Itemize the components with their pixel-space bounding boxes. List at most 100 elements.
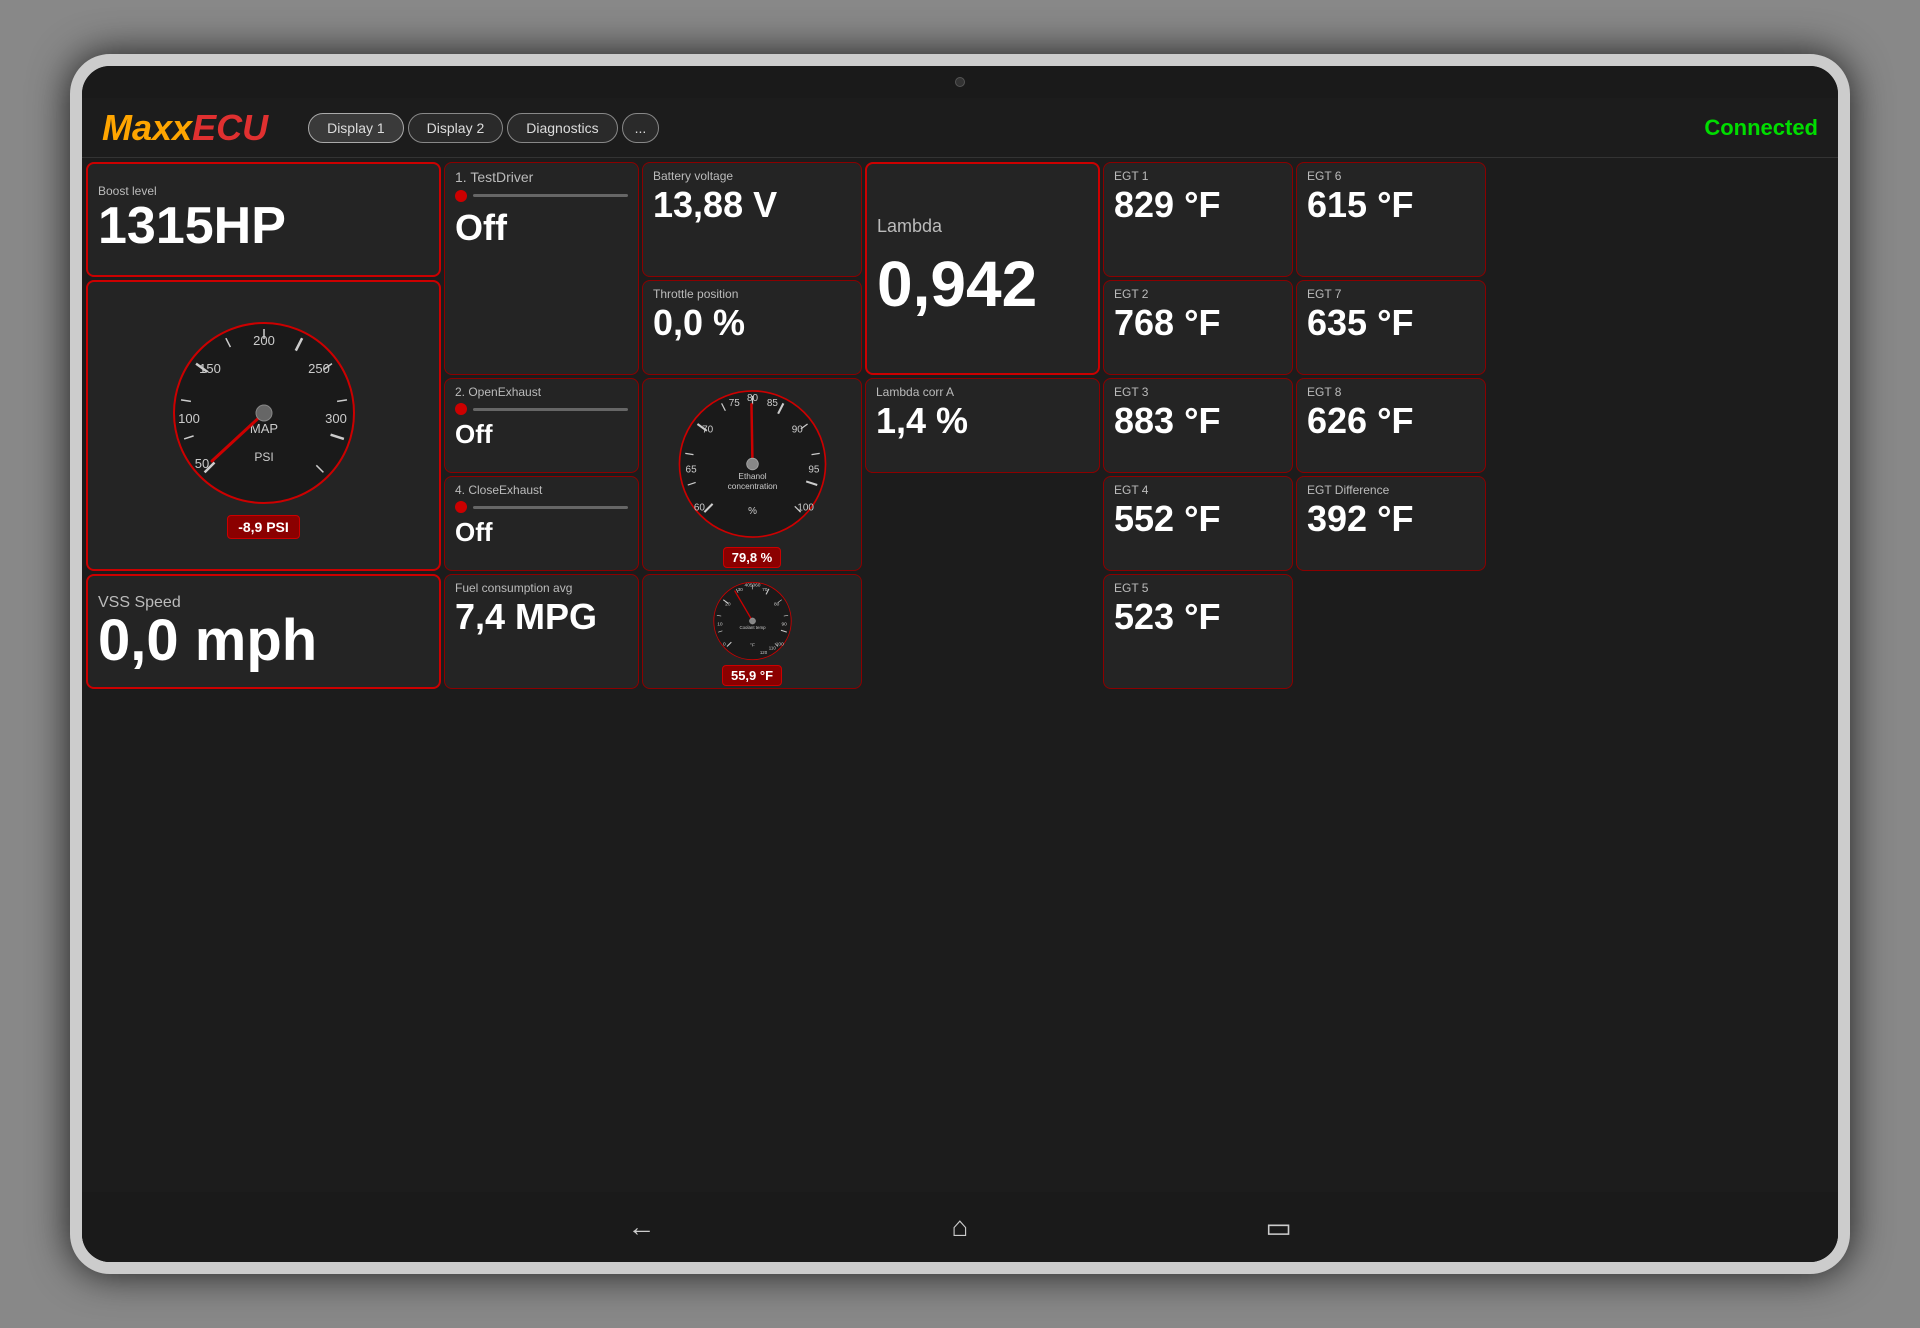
svg-text:90: 90 xyxy=(781,621,787,627)
lambda-corra-label: Lambda corr A xyxy=(876,385,1089,399)
app-logo: MaxxECU xyxy=(102,107,268,149)
battery-value: 13,88 V xyxy=(653,183,851,226)
lambda-label: Lambda xyxy=(877,216,1088,238)
svg-text:Coolant temp: Coolant temp xyxy=(739,625,766,630)
svg-text:120: 120 xyxy=(759,650,767,655)
egt4-label: EGT 4 xyxy=(1114,483,1282,497)
svg-text:200: 200 xyxy=(253,333,275,348)
psi-value-badge: -8,9 PSI xyxy=(227,515,300,539)
egt8-card: EGT 8 626 °F xyxy=(1296,378,1486,473)
fuelavg-card: Fuel consumption avg 7,4 MPG xyxy=(444,574,639,689)
egt3-value: 883 °F xyxy=(1114,399,1282,442)
svg-text:concentration: concentration xyxy=(727,481,777,491)
svg-text:65: 65 xyxy=(685,464,697,475)
svg-text:60: 60 xyxy=(693,502,705,513)
boost-card: Boost level 1315HP xyxy=(86,162,441,277)
egt4-value: 552 °F xyxy=(1114,497,1282,540)
egt5-card: EGT 5 523 °F xyxy=(1103,574,1293,689)
throttle-value: 0,0 % xyxy=(653,301,851,344)
svg-text:%: % xyxy=(748,506,757,517)
bottom-nav: ← ⌂ ▭ xyxy=(82,1192,1838,1262)
egt1-label: EGT 1 xyxy=(1114,169,1282,183)
svg-text:20: 20 xyxy=(725,602,731,608)
battery-label: Battery voltage xyxy=(653,169,851,183)
egt-diff-card: EGT Difference 392 °F xyxy=(1296,476,1486,571)
svg-text:100: 100 xyxy=(797,502,814,513)
svg-text:110: 110 xyxy=(768,646,776,651)
svg-text:80: 80 xyxy=(774,602,780,608)
vss-speed-card: VSS Speed 0,0 mph xyxy=(86,574,441,689)
openexhaust-value: Off xyxy=(455,419,628,450)
egt-diff-value: 392 °F xyxy=(1307,497,1475,540)
egt3-label: EGT 3 xyxy=(1114,385,1282,399)
openexhaust-label: 2. OpenExhaust xyxy=(455,385,628,399)
svg-text:300: 300 xyxy=(325,411,347,426)
ethanol-gauge-svg: 60 65 70 75 80 85 90 95 100 Ethanol conc… xyxy=(660,381,845,547)
svg-text:40: 40 xyxy=(744,583,750,589)
svg-text:PSI: PSI xyxy=(254,450,273,464)
egt5-label: EGT 5 xyxy=(1114,581,1282,595)
slider-track-close xyxy=(473,506,628,509)
svg-text:10: 10 xyxy=(717,621,723,627)
egt1-value: 829 °F xyxy=(1114,183,1282,226)
svg-text:150: 150 xyxy=(199,361,221,376)
closeexhaust-slider xyxy=(455,501,628,513)
egt4-card: EGT 4 552 °F xyxy=(1103,476,1293,571)
tab-diagnostics[interactable]: Diagnostics xyxy=(507,113,617,143)
egt2-value: 768 °F xyxy=(1114,301,1282,344)
slider-dot-open xyxy=(455,403,467,415)
throttle-card: Throttle position 0,0 % xyxy=(642,280,862,375)
svg-text:50: 50 xyxy=(194,456,208,471)
openexhaust-slider xyxy=(455,403,628,415)
tab-bar: Display 1 Display 2 Diagnostics ... xyxy=(308,113,659,143)
tablet-top-bar xyxy=(82,66,1838,98)
svg-text:75: 75 xyxy=(728,398,740,409)
coolant-gauge-svg: 0 10 20 30 40 50 60 70 80 90 100 110 120… xyxy=(660,577,845,665)
boost-label: Boost level xyxy=(98,184,429,198)
svg-text:60: 60 xyxy=(755,583,761,589)
tab-more[interactable]: ... xyxy=(622,113,660,143)
egt8-label: EGT 8 xyxy=(1307,385,1475,399)
boost-value: 1315HP xyxy=(98,198,429,255)
egt6-value: 615 °F xyxy=(1307,183,1475,226)
egt2-card: EGT 2 768 °F xyxy=(1103,280,1293,375)
svg-text:250: 250 xyxy=(308,361,330,376)
egt3-card: EGT 3 883 °F xyxy=(1103,378,1293,473)
svg-text:0: 0 xyxy=(722,642,725,648)
coolant-badge: 55,9 °F xyxy=(722,665,782,686)
svg-text:95: 95 xyxy=(808,464,820,475)
app-area: MaxxECU Display 1 Display 2 Diagnostics … xyxy=(82,98,1838,1262)
egt2-label: EGT 2 xyxy=(1114,287,1282,301)
svg-text:90: 90 xyxy=(791,424,803,435)
nav-recents-button[interactable]: ▭ xyxy=(1254,1202,1304,1252)
closeexhaust-label: 4. CloseExhaust xyxy=(455,483,628,497)
egt6-card: EGT 6 615 °F xyxy=(1296,162,1486,277)
svg-text:80: 80 xyxy=(746,393,758,404)
tab-display2[interactable]: Display 2 xyxy=(408,113,504,143)
ethanol-badge: 79,8 % xyxy=(723,547,781,568)
main-dashboard: Boost level 1315HP xyxy=(82,158,1838,1192)
slider-dot-close xyxy=(455,501,467,513)
slider-track-open xyxy=(473,408,628,411)
fuelavg-label: Fuel consumption avg xyxy=(455,581,628,595)
egt-diff-label: EGT Difference xyxy=(1307,483,1475,497)
lambda-corra-card: Lambda corr A 1,4 % xyxy=(865,378,1100,473)
egt1-card: EGT 1 829 °F xyxy=(1103,162,1293,277)
openexhaust-card: 2. OpenExhaust Off xyxy=(444,378,639,473)
slider-dot xyxy=(455,190,467,202)
connection-status: Connected xyxy=(1704,115,1818,141)
lambda-card: Lambda 0,942 xyxy=(865,162,1100,375)
back-icon: ← xyxy=(627,1211,655,1243)
ethanol-card: 60 65 70 75 80 85 90 95 100 Ethanol conc… xyxy=(642,378,862,571)
egt6-label: EGT 6 xyxy=(1307,169,1475,183)
svg-text:50: 50 xyxy=(749,583,755,589)
battery-card: Battery voltage 13,88 V xyxy=(642,162,862,277)
tablet-frame: MaxxECU Display 1 Display 2 Diagnostics … xyxy=(70,54,1850,1274)
logo-maxx: Maxx xyxy=(102,107,192,148)
svg-text:100: 100 xyxy=(775,642,783,648)
svg-text:70: 70 xyxy=(762,587,768,593)
nav-home-button[interactable]: ⌂ xyxy=(935,1202,985,1252)
nav-back-button[interactable]: ← xyxy=(616,1202,666,1252)
lambda-corra-value: 1,4 % xyxy=(876,399,1089,442)
tab-display1[interactable]: Display 1 xyxy=(308,113,404,143)
